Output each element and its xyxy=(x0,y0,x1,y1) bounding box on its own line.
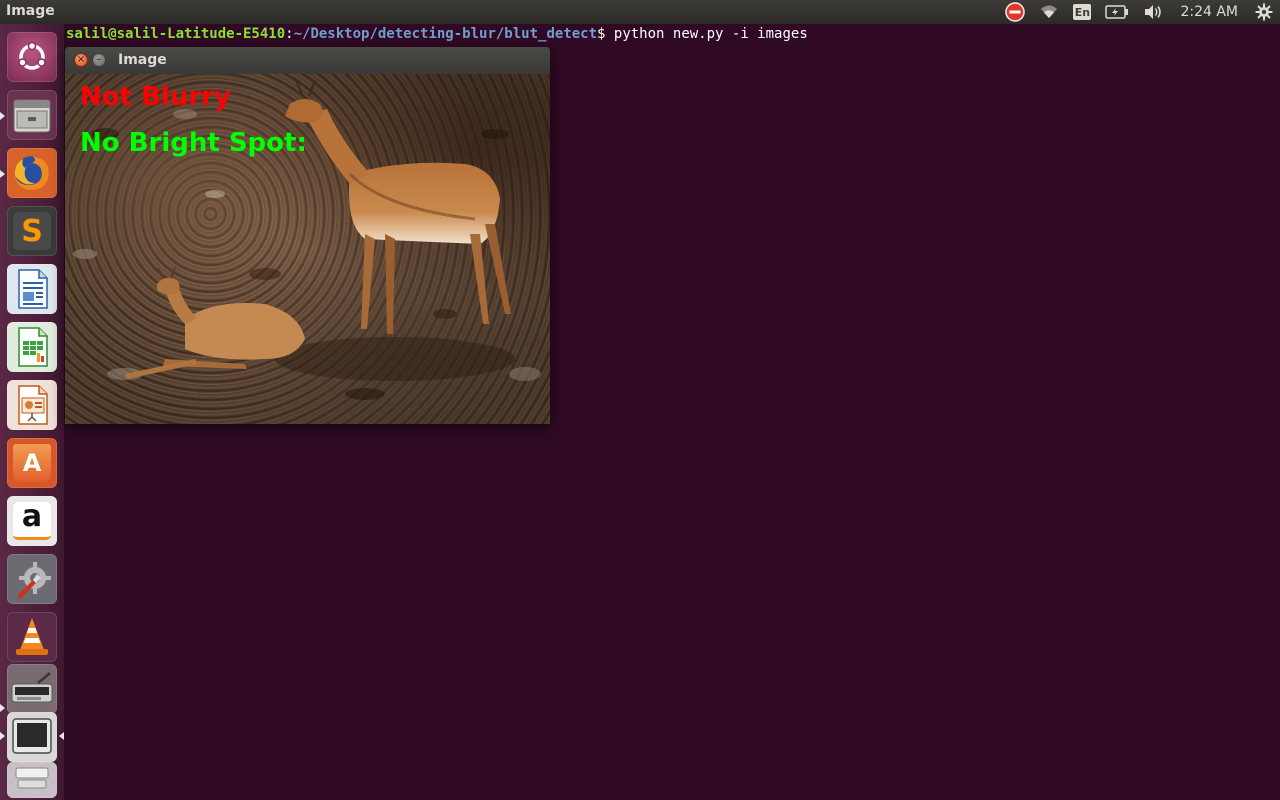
ubuntu-logo-icon xyxy=(18,41,46,70)
image-canvas: Not Blurry No Bright Spot: xyxy=(65,74,550,424)
impress-icon xyxy=(18,385,48,425)
image-window[interactable]: × – Image Not Blurry No Bright Spot: xyxy=(65,47,550,424)
no-entry-icon[interactable] xyxy=(998,0,1032,24)
launcher-libreoffice-writer[interactable] xyxy=(7,264,57,314)
firefox-icon xyxy=(14,156,49,190)
window-titlebar[interactable]: × – Image xyxy=(65,47,550,74)
close-button[interactable]: × xyxy=(74,53,88,67)
battery-icon[interactable] xyxy=(1098,0,1136,24)
launcher-libreoffice-calc[interactable] xyxy=(7,322,57,372)
shopping-bag-icon: A xyxy=(13,444,51,482)
file-cabinet-icon xyxy=(13,99,51,133)
minimize-icon: – xyxy=(96,54,102,65)
indicator-area: En 2:24 AM xyxy=(998,0,1280,24)
keyboard-layout-icon[interactable]: En xyxy=(1066,0,1098,24)
vlc-cone-icon xyxy=(16,618,48,655)
launcher-firefox[interactable] xyxy=(7,148,57,198)
wrench-gear-icon xyxy=(17,562,51,599)
launcher-amazon[interactable]: a xyxy=(7,496,57,546)
launcher-files[interactable] xyxy=(7,90,57,140)
clock[interactable]: 2:24 AM xyxy=(1170,0,1248,24)
wifi-icon[interactable] xyxy=(1032,0,1066,24)
blur-status-label: Not Blurry xyxy=(80,83,231,111)
launcher-software-center[interactable]: A xyxy=(7,438,57,488)
launcher-system-settings[interactable] xyxy=(7,554,57,604)
launcher-scanner[interactable] xyxy=(7,664,57,714)
close-icon: × xyxy=(76,54,86,65)
sublime-text-icon: S xyxy=(13,212,51,250)
bright-spot-status-text: No Bright Spot: xyxy=(80,128,307,158)
volume-icon[interactable] xyxy=(1136,0,1170,24)
launcher-dash[interactable] xyxy=(7,32,57,82)
calc-icon xyxy=(18,327,48,367)
launcher-vlc[interactable] xyxy=(7,612,57,662)
launcher-terminal[interactable] xyxy=(7,712,57,762)
antelope-photo xyxy=(65,74,550,424)
top-panel: Image En 2:24 AM xyxy=(0,0,1280,24)
terminal-user-host: salil@salil-Latitude-E5410 xyxy=(66,26,286,42)
launcher-libreoffice-impress[interactable] xyxy=(7,380,57,430)
active-app-title: Image xyxy=(6,3,55,19)
terminal-output[interactable]: salil@salil-Latitude-E5410:~/Desktop/det… xyxy=(66,26,808,42)
terminal-path: ~/Desktop/detecting-blur/blut_detect xyxy=(293,26,598,42)
writer-icon xyxy=(18,269,48,309)
focused-indicator xyxy=(59,732,64,740)
running-indicator xyxy=(0,704,5,712)
running-indicator xyxy=(0,170,5,178)
scanner-icon xyxy=(11,672,53,703)
blur-status-text: Not Blurry xyxy=(80,82,231,112)
window-title: Image xyxy=(118,52,167,68)
terminal-command: python new.py -i images xyxy=(613,26,808,42)
monitor-icon xyxy=(12,718,52,754)
amazon-icon: a xyxy=(13,499,51,540)
bright-spot-status-label: No Bright Spot: xyxy=(80,129,307,157)
minimize-button[interactable]: – xyxy=(92,53,106,67)
stack-icon xyxy=(15,767,49,789)
running-indicator xyxy=(0,112,5,120)
gear-icon[interactable] xyxy=(1248,0,1280,24)
launcher: S A a xyxy=(0,24,65,800)
terminal-separator: : xyxy=(285,26,294,42)
terminal-prompt: $ xyxy=(597,26,614,42)
launcher-sublime-text[interactable]: S xyxy=(7,206,57,256)
launcher-stacked-app[interactable] xyxy=(7,762,57,798)
keyboard-layout-label: En xyxy=(1073,4,1092,20)
running-indicator xyxy=(0,732,5,740)
